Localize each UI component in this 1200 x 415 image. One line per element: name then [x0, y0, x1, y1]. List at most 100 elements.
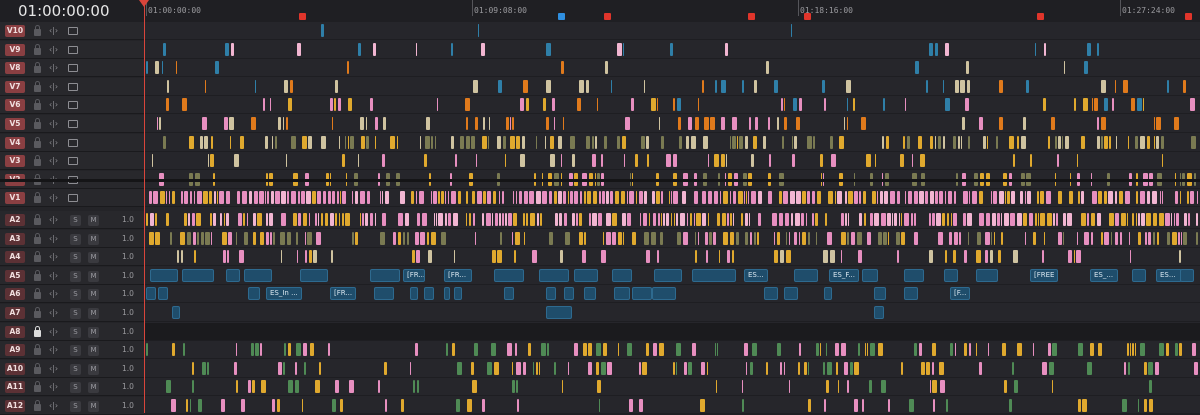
timeline-clip[interactable] — [1174, 213, 1175, 226]
track-label[interactable]: V6 — [5, 99, 25, 112]
timeline-clip[interactable] — [1140, 191, 1145, 205]
timeline-clip[interactable] — [431, 191, 432, 205]
track-label[interactable]: V8 — [5, 62, 25, 75]
audio-clip[interactable] — [862, 268, 878, 282]
timeline-clip[interactable] — [1046, 191, 1051, 205]
timeline-clip[interactable] — [730, 213, 732, 226]
timeline-marker-red[interactable] — [604, 13, 611, 20]
timeline-clip[interactable] — [445, 213, 447, 226]
audio-track-lane[interactable] — [144, 360, 1200, 378]
timeline-clip[interactable] — [848, 213, 849, 226]
audio-track-lane[interactable] — [144, 341, 1200, 360]
timeline-clip[interactable] — [370, 213, 373, 226]
timeline-clip[interactable] — [149, 231, 154, 245]
timeline-clip[interactable] — [187, 231, 191, 245]
timeline-clip[interactable] — [926, 79, 928, 93]
timeline-clip[interactable] — [1167, 79, 1169, 93]
timeline-clip[interactable] — [398, 231, 401, 245]
timeline-clip[interactable] — [766, 361, 768, 375]
timeline-clip[interactable] — [287, 231, 291, 245]
timeline-clip[interactable] — [825, 213, 827, 226]
timeline-clip[interactable] — [601, 361, 606, 375]
timeline-clip[interactable] — [157, 117, 158, 130]
timeline-clip[interactable] — [1115, 213, 1119, 226]
lock-icon[interactable] — [34, 362, 41, 374]
timeline-clip[interactable] — [194, 250, 196, 264]
timeline-clip[interactable] — [845, 191, 847, 205]
timeline-clip[interactable] — [296, 231, 298, 245]
timeline-clip[interactable] — [631, 98, 634, 112]
timeline-clip[interactable] — [727, 213, 729, 226]
timeline-clip[interactable] — [993, 191, 997, 205]
timeline-clip[interactable] — [1172, 231, 1177, 245]
timeline-clip[interactable] — [1147, 191, 1150, 205]
timeline-clip[interactable] — [532, 250, 537, 264]
timeline-clip[interactable] — [1027, 191, 1031, 205]
track-label[interactable]: V5 — [5, 118, 25, 130]
timeline-clip[interactable] — [985, 231, 990, 245]
timeline-clip[interactable] — [919, 343, 922, 357]
timeline-clip[interactable] — [1081, 135, 1085, 149]
timeline-clip[interactable] — [640, 213, 641, 226]
timeline-clip[interactable] — [435, 135, 436, 149]
timeline-clip[interactable] — [149, 191, 152, 205]
timeline-clip[interactable] — [375, 213, 376, 226]
timeline-clip[interactable] — [499, 191, 500, 205]
timeline-clip[interactable] — [796, 191, 801, 205]
timeline-clip[interactable] — [857, 231, 862, 245]
timeline-clip[interactable] — [572, 213, 575, 226]
timeline-clip[interactable] — [1149, 399, 1153, 412]
timeline-clip[interactable] — [884, 191, 888, 205]
timeline-clip[interactable] — [397, 135, 398, 149]
timeline-clip[interactable] — [979, 361, 982, 375]
timeline-clip[interactable] — [877, 191, 878, 205]
timeline-clip[interactable] — [709, 231, 712, 245]
timeline-clip[interactable] — [335, 79, 338, 93]
timeline-clip[interactable] — [228, 231, 232, 245]
timeline-clip[interactable] — [555, 213, 558, 226]
timeline-clip[interactable] — [150, 213, 154, 226]
timeline-clip[interactable] — [986, 213, 990, 226]
timeline-clip[interactable] — [383, 117, 386, 130]
track-label[interactable]: A10 — [5, 362, 25, 375]
timeline-clip[interactable] — [909, 399, 914, 412]
timeline-clip[interactable] — [786, 231, 787, 245]
timeline-clip[interactable] — [1052, 343, 1057, 357]
timeline-clip[interactable] — [687, 213, 688, 226]
audio-clip[interactable] — [244, 268, 272, 282]
timeline-clip[interactable] — [393, 231, 396, 245]
timeline-clip[interactable] — [205, 231, 210, 245]
link-icon[interactable]: ‹|› — [49, 288, 58, 300]
audio-clip[interactable] — [182, 268, 214, 282]
audio-clip[interactable] — [784, 287, 798, 301]
timeline-clip[interactable] — [225, 42, 229, 56]
audio-clip[interactable] — [904, 287, 918, 301]
lock-icon[interactable] — [34, 155, 41, 167]
timeline-clip[interactable] — [288, 98, 292, 112]
timeline-tracks[interactable]: [FR... [FR... ES... ES_F... [FREE ... ES_... E… — [144, 22, 1200, 413]
timeline-clip[interactable] — [753, 135, 757, 149]
audio-clip[interactable] — [158, 287, 168, 301]
timeline-clip[interactable] — [265, 135, 268, 149]
timeline-clip[interactable] — [888, 231, 889, 245]
timeline-clip[interactable] — [193, 231, 196, 245]
solo-button[interactable]: S — [70, 326, 81, 338]
timeline-clip[interactable] — [624, 154, 625, 168]
timeline-clip[interactable] — [673, 361, 675, 375]
audio-track-lane[interactable] — [144, 322, 1200, 341]
timeline-clip[interactable] — [412, 250, 415, 264]
lock-icon[interactable] — [34, 381, 41, 393]
timeline-clip[interactable] — [908, 191, 912, 205]
timeline-clip[interactable] — [513, 213, 517, 226]
timeline-clip[interactable] — [796, 117, 800, 130]
timeline-clip[interactable] — [325, 213, 328, 226]
timeline-clip[interactable] — [1029, 213, 1033, 226]
timeline-clip[interactable] — [999, 191, 1004, 205]
timeline-clip[interactable] — [987, 135, 988, 149]
timeline-clip[interactable] — [1144, 361, 1147, 375]
timeline-clip[interactable] — [520, 154, 525, 168]
timeline-clip[interactable] — [947, 213, 949, 226]
timeline-clip[interactable] — [466, 213, 467, 226]
timeline-clip[interactable] — [706, 250, 708, 264]
timeline-clip[interactable] — [644, 79, 645, 93]
